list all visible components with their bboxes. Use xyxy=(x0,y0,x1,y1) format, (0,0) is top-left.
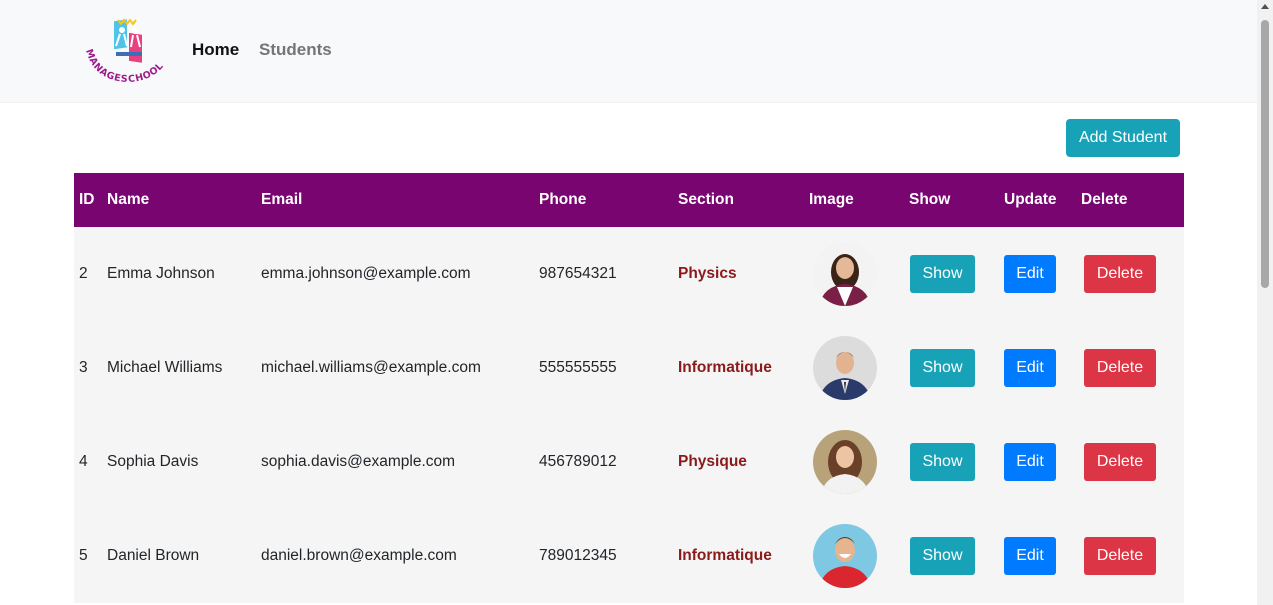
delete-button[interactable]: Delete xyxy=(1084,349,1156,387)
nav-home-link[interactable]: Home xyxy=(192,40,239,60)
edit-button[interactable]: Edit xyxy=(1004,537,1056,575)
header-id: ID xyxy=(79,191,95,208)
header-phone: Phone xyxy=(539,191,587,208)
student-avatar xyxy=(813,242,877,306)
cell-image xyxy=(809,509,909,603)
cell-delete: Delete xyxy=(1081,509,1184,603)
show-button[interactable]: Show xyxy=(910,255,975,293)
header-section: Section xyxy=(678,191,734,208)
cell-update: Edit xyxy=(1004,321,1081,415)
section-label: Physique xyxy=(678,453,747,470)
cell-email: michael.williams@example.com xyxy=(261,359,481,376)
show-button[interactable]: Show xyxy=(910,349,975,387)
students-table: ID Name Email Phone Section Image Show U… xyxy=(74,173,1184,603)
cell-name: Sophia Davis xyxy=(107,453,199,470)
cell-phone: 456789012 xyxy=(539,453,617,470)
delete-button[interactable]: Delete xyxy=(1084,443,1156,481)
header-show: Show xyxy=(909,191,951,208)
cell-phone: 789012345 xyxy=(539,547,617,564)
cell-name: Michael Williams xyxy=(107,359,223,376)
cell-id: 3 xyxy=(79,359,88,376)
nav-students-link[interactable]: Students xyxy=(259,40,332,60)
cell-section: Physics xyxy=(678,227,809,321)
cell-email: sophia.davis@example.com xyxy=(261,453,456,470)
cell-phone: 987654321 xyxy=(539,265,617,282)
cell-image xyxy=(809,227,909,321)
table-row: 2 Emma Johnson emma.johnson@example.com … xyxy=(74,227,1184,321)
cell-section: Physique xyxy=(678,415,809,509)
header-delete: Delete xyxy=(1081,191,1128,208)
student-avatar xyxy=(813,524,877,588)
cell-delete: Delete xyxy=(1081,321,1184,415)
cell-image xyxy=(809,321,909,415)
header-email: Email xyxy=(261,191,303,208)
show-button[interactable]: Show xyxy=(910,443,975,481)
table-row: 4 Sophia Davis sophia.davis@example.com … xyxy=(74,415,1184,509)
section-label: Informatique xyxy=(678,547,772,564)
header-name: Name xyxy=(107,191,150,208)
section-label: Informatique xyxy=(678,359,772,376)
cell-email: emma.johnson@example.com xyxy=(261,265,471,282)
cell-show: Show xyxy=(909,321,1004,415)
table-row: 3 Michael Williams michael.williams@exam… xyxy=(74,321,1184,415)
scroll-up-arrow-icon[interactable] xyxy=(1261,4,1269,9)
header-update: Update xyxy=(1004,191,1057,208)
edit-button[interactable]: Edit xyxy=(1004,349,1056,387)
cell-name: Daniel Brown xyxy=(107,547,200,564)
cell-update: Edit xyxy=(1004,227,1081,321)
edit-button[interactable]: Edit xyxy=(1004,255,1056,293)
section-label: Physics xyxy=(678,265,737,282)
add-student-button[interactable]: Add Student xyxy=(1066,119,1180,157)
cell-image xyxy=(809,415,909,509)
edit-button[interactable]: Edit xyxy=(1004,443,1056,481)
delete-button[interactable]: Delete xyxy=(1084,537,1156,575)
student-avatar xyxy=(813,336,877,400)
cell-show: Show xyxy=(909,227,1004,321)
vertical-scrollbar[interactable] xyxy=(1257,0,1273,605)
cell-id: 4 xyxy=(79,453,88,470)
cell-id: 5 xyxy=(79,547,88,564)
header-image: Image xyxy=(809,191,854,208)
cell-show: Show xyxy=(909,415,1004,509)
cell-name: Emma Johnson xyxy=(107,265,215,282)
show-button[interactable]: Show xyxy=(910,537,975,575)
delete-button[interactable]: Delete xyxy=(1084,255,1156,293)
student-avatar xyxy=(813,430,877,494)
cell-phone: 555555555 xyxy=(539,359,617,376)
scrollbar-thumb[interactable] xyxy=(1261,20,1269,288)
cell-section: Informatique xyxy=(678,509,809,603)
manageschool-logo[interactable]: MANAGESCHOOL xyxy=(80,16,176,86)
cell-delete: Delete xyxy=(1081,415,1184,509)
cell-delete: Delete xyxy=(1081,227,1184,321)
cell-section: Informatique xyxy=(678,321,809,415)
table-row: 5 Daniel Brown daniel.brown@example.com … xyxy=(74,509,1184,603)
cell-id: 2 xyxy=(79,265,88,282)
table-header-row: ID Name Email Phone Section Image Show U… xyxy=(74,173,1184,227)
cell-update: Edit xyxy=(1004,509,1081,603)
cell-email: daniel.brown@example.com xyxy=(261,547,457,564)
cell-update: Edit xyxy=(1004,415,1081,509)
navbar: MANAGESCHOOL Home Students xyxy=(0,0,1257,103)
cell-show: Show xyxy=(909,509,1004,603)
